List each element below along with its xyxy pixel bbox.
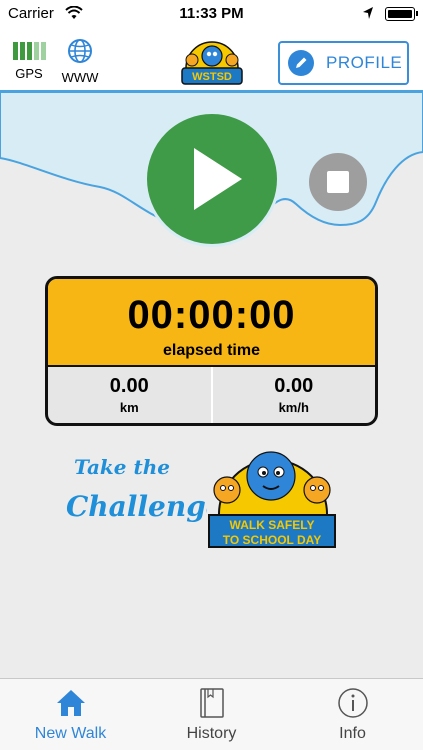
- location-arrow-icon: [363, 7, 373, 19]
- gps-label: GPS: [15, 66, 43, 81]
- stop-icon: [327, 171, 349, 193]
- profile-label: PROFILE: [326, 53, 403, 72]
- start-walk-button[interactable]: [144, 111, 280, 247]
- book-icon: [199, 688, 224, 718]
- tab-history[interactable]: History: [141, 679, 282, 750]
- profile-button[interactable]: PROFILE: [278, 41, 409, 85]
- pencil-icon: [288, 50, 314, 76]
- speed-stat: 0.00 km/h: [210, 367, 376, 423]
- stats-row: 0.00 km 0.00 km/h: [48, 367, 375, 423]
- elapsed-panel: 00:00:00 elapsed time: [48, 279, 375, 367]
- www-indicator: WWW: [60, 38, 100, 85]
- timer-card: 00:00:00 elapsed time 0.00 km 0.00 km/h: [45, 276, 378, 426]
- play-icon: [194, 148, 242, 210]
- gps-indicator: GPS: [12, 42, 46, 81]
- distance-unit: km: [119, 400, 139, 415]
- home-icon: [56, 690, 85, 716]
- wstsd-logo: WSTSD: [181, 41, 243, 85]
- walk-safely-banner: WALK SAFELY TO SCHOOL DAY: [208, 514, 336, 548]
- tab-info-label: Info: [339, 725, 366, 742]
- take-the-challenge-logo: Take the Challenge: [66, 455, 207, 523]
- tab-new-walk-label: New Walk: [34, 725, 107, 742]
- globe-icon: [68, 39, 92, 63]
- distance-stat: 0.00 km: [48, 367, 211, 423]
- logo-line2: TO SCHOOL DAY: [222, 533, 322, 547]
- www-label: WWW: [61, 70, 99, 85]
- stop-walk-button[interactable]: [306, 150, 370, 214]
- top-bar: GPS WWW WSTSD PROFILE: [0, 28, 423, 92]
- gps-signal-icon: [12, 42, 46, 60]
- speed-unit: km/h: [278, 400, 309, 415]
- tab-info[interactable]: Info: [282, 679, 423, 750]
- tab-history-label: History: [186, 725, 237, 742]
- battery-icon: [385, 7, 418, 21]
- info-icon: [337, 688, 368, 718]
- elapsed-time-value: 00:00:00: [127, 293, 296, 337]
- tab-new-walk[interactable]: New Walk: [0, 679, 141, 750]
- logo-text: WSTSD: [192, 71, 232, 83]
- tab-bar: New Walk History Info: [0, 678, 423, 750]
- distance-value: 0.00: [109, 375, 149, 397]
- challenge-line1: Take the: [74, 455, 170, 479]
- status-time: 11:33 PM: [179, 5, 244, 22]
- status-bar: Carrier 11:33 PM: [0, 0, 423, 28]
- logo-line1: WALK SAFELY: [229, 518, 315, 532]
- elapsed-time-label: elapsed time: [163, 342, 260, 359]
- speed-value: 0.00: [274, 375, 314, 397]
- challenge-line2: Challenge: [66, 490, 207, 523]
